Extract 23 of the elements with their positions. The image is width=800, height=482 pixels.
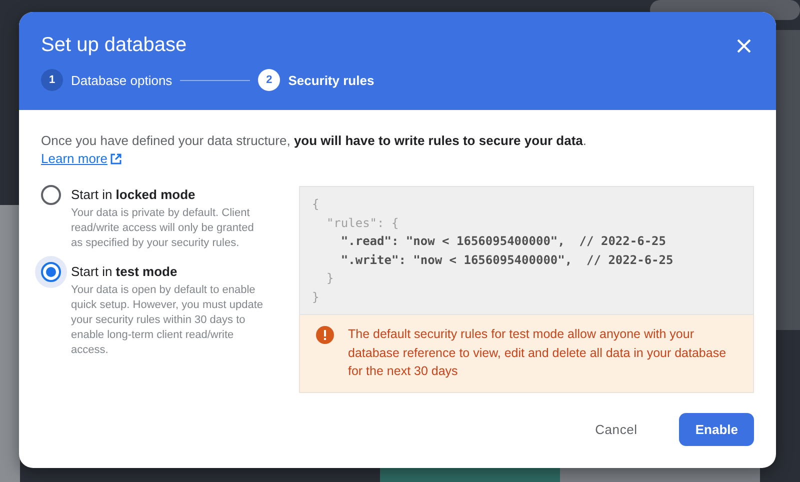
code-line: "rules": { — [325, 214, 399, 232]
code-line: { — [312, 196, 320, 213]
enable-button[interactable]: Enable — [679, 413, 754, 446]
learn-more-link[interactable]: Learn more — [41, 150, 122, 168]
warning-text: The default security rules for test mode allow anyone with your database reference to view, edit and delete all data in your database for the next 30 days — [348, 326, 728, 380]
step-tab[interactable]: Security rules — [288, 72, 374, 88]
option-label: Start in locked mode — [71, 186, 196, 204]
intro-text: Once you have defined your data structure, you will have to write rules to secure your data. — [41, 132, 588, 150]
option-label: Start in test mode — [71, 263, 178, 281]
code-line: ".write": "now < 1656095400000", // 2022-6-25 — [340, 252, 674, 268]
dialog-title: Set up database — [41, 34, 187, 57]
option-description: Your data is private by default. Client read/write access will only be granted as specified by your security rules. — [71, 206, 255, 251]
step-tab[interactable]: Database options — [71, 72, 172, 88]
step-number: 1 — [41, 69, 63, 91]
code-line: } — [325, 270, 334, 287]
cancel-button[interactable]: Cancel — [579, 413, 654, 446]
code-line: ".read": "now < 1656095400000", // 2022-6-25 — [340, 233, 666, 250]
code-line: } — [312, 288, 320, 306]
external-link-icon — [110, 153, 122, 165]
alert-icon — [316, 326, 334, 344]
option-description: Your data is open by default to enable quick setup. However, you must update your security rules within 30 days to enable long-term client read/write access. — [71, 283, 264, 358]
step-number: 2 — [258, 69, 280, 91]
radio-button[interactable] — [41, 185, 61, 205]
